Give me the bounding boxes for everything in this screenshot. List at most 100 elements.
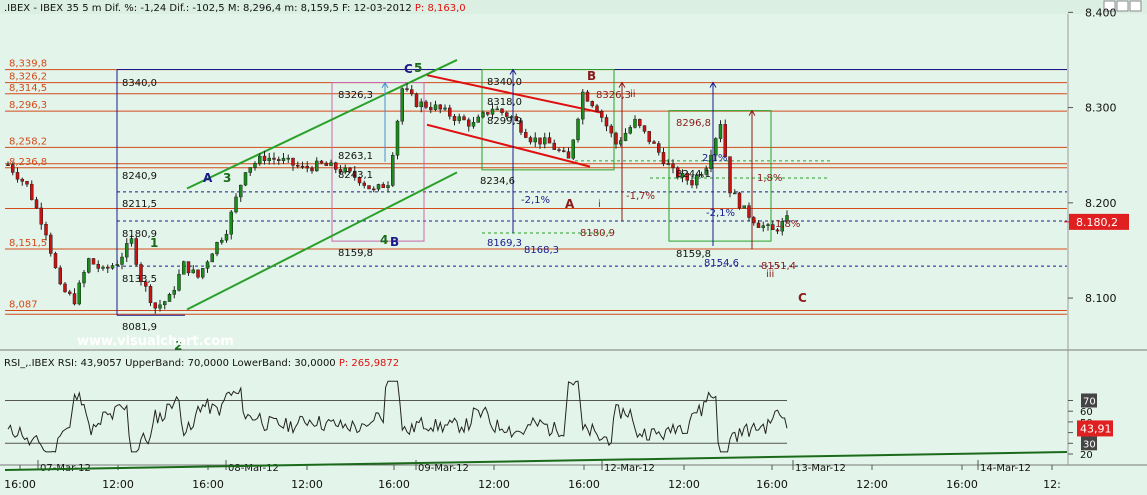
candle-body [600, 111, 604, 118]
level-label: 8340,0 [487, 77, 522, 88]
candle-body [585, 91, 590, 102]
x-tick-label: 16:00 [4, 478, 36, 491]
candle-body [272, 157, 276, 160]
candle-body [6, 164, 10, 166]
candle-body [134, 238, 138, 265]
x-tick-label: 12: [1043, 478, 1061, 491]
candle-body [747, 205, 751, 218]
candle-body [614, 132, 618, 145]
candle-body [638, 118, 642, 126]
left-price-label: 8,236,8 [9, 157, 47, 168]
level-label: 1,8% [775, 219, 800, 230]
level-label: 8326,3 [596, 90, 631, 101]
wave-label: 1 [150, 236, 158, 250]
candle-body [243, 172, 248, 186]
level-label: 8168,3 [524, 245, 559, 256]
candle-body [58, 267, 62, 285]
candle-body [53, 253, 58, 269]
candle-body [533, 137, 537, 143]
candle-body [642, 125, 647, 132]
candle-body [329, 162, 333, 166]
candle-body [25, 181, 29, 185]
candle-body [414, 93, 419, 108]
candle-body [277, 159, 281, 162]
candle-body [547, 137, 552, 144]
x-tick-label: 16:00 [192, 478, 224, 491]
candle-body [771, 224, 775, 231]
candle-body [775, 229, 780, 232]
x-tick-label: 12:00 [668, 478, 700, 491]
level-label: -2,1% [521, 195, 550, 206]
wave-label: B [390, 235, 399, 249]
wave-label: 4 [380, 233, 388, 247]
candle-body [362, 182, 366, 186]
chart-header: .IBEX - IBEX 35 5 m Dif. %: -1,24 Dif.: … [4, 3, 466, 14]
x-tick-label: 16:00 [946, 478, 978, 491]
x-tick-label: 12:00 [478, 478, 510, 491]
level-label: i [598, 199, 601, 210]
candle-body [196, 269, 200, 278]
x-tick-label: 12:00 [291, 478, 323, 491]
candle-body [566, 151, 571, 159]
candle-body [557, 149, 561, 151]
candle-body [106, 266, 110, 269]
candlestick-chart[interactable]: .IBEX - IBEX 35 5 m Dif. %: -1,24 Dif.: … [0, 0, 1147, 495]
candle-body [148, 286, 153, 304]
candle-body [101, 266, 105, 269]
candle-body [619, 140, 623, 145]
level-label: 8240,9 [122, 171, 157, 182]
level-label: iii [766, 269, 774, 280]
rsi-y-tick-label: 70 [1083, 397, 1096, 408]
candle-body [120, 256, 124, 265]
candle-body [153, 302, 157, 309]
level-label: 8299,9 [487, 116, 522, 127]
candle-body [419, 101, 423, 108]
candle-body [467, 119, 471, 127]
candle-body [756, 222, 761, 228]
date-label: 12-Mar-12 [604, 463, 655, 474]
level-label: 8263,1 [338, 151, 373, 162]
candle-body [324, 162, 328, 166]
candle-body [400, 88, 404, 122]
candle-body [633, 118, 637, 128]
candle-body [433, 104, 438, 110]
candle-body [281, 157, 286, 162]
rsi-header: RSI_,.IBEX RSI: 43,9057 UpperBand: 70,00… [4, 358, 399, 369]
candle-body [34, 199, 39, 209]
candle-body [733, 192, 737, 195]
candle-body [310, 167, 314, 172]
level-label: 8296,8 [676, 118, 711, 129]
candle-body [15, 172, 20, 180]
candle-body [728, 156, 732, 194]
wave-label: A [565, 197, 575, 211]
last-price-value: 8.180,2 [1076, 216, 1118, 229]
x-tick-label: 12:00 [102, 478, 134, 491]
candle-body [571, 139, 575, 159]
window-close-button[interactable] [1129, 0, 1142, 12]
candle-body [609, 125, 613, 134]
candle-body [766, 224, 770, 226]
window-maximize-button[interactable] [1116, 0, 1129, 12]
candle-body [177, 274, 181, 291]
candle-body [315, 160, 319, 172]
candle-body [581, 91, 585, 120]
candle-body [495, 108, 499, 111]
rsi-y-tick-label: 30 [1083, 439, 1096, 450]
candle-body [718, 124, 723, 139]
candle-body [220, 239, 224, 243]
level-label: 8154,6 [704, 258, 739, 269]
candle-body [742, 205, 746, 209]
candle-body [372, 188, 376, 191]
candle-body [186, 261, 191, 274]
candle-body [590, 101, 594, 107]
candle-body [229, 211, 233, 235]
wave-label: B [587, 69, 596, 83]
candle-body [424, 101, 428, 108]
candle-body [367, 185, 371, 190]
level-label: 8159,8 [338, 248, 373, 259]
wave-label: A [203, 171, 213, 185]
watermark: www.visualchart.com [77, 334, 234, 349]
candle-body [386, 185, 390, 188]
left-price-label: 8,314,5 [9, 83, 47, 94]
candle-body [376, 184, 381, 190]
